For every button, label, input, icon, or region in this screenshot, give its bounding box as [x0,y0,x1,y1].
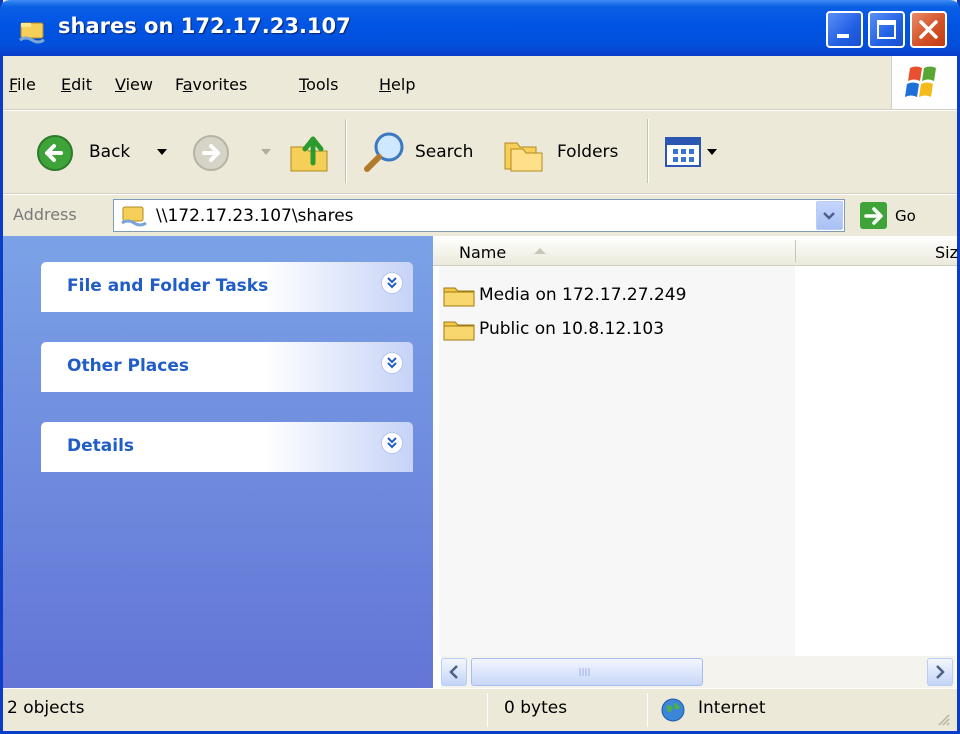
windows-logo [891,56,957,109]
grip-icon [579,668,590,676]
status-size-cell: 0 bytes [487,693,643,727]
toolbar-separator [647,119,649,183]
minimize-icon [837,34,849,38]
status-zone: Internet [698,698,766,718]
scroll-thumb[interactable] [471,658,703,686]
close-icon [919,20,938,39]
expand-chevron-icon[interactable] [381,272,403,294]
maximize-button[interactable] [868,11,905,48]
status-zone-cell: Internet [647,693,953,727]
close-button[interactable] [910,11,947,48]
search-icon [364,132,404,172]
menu-favorites[interactable]: Favorites [175,75,247,94]
panel-title: Details [67,436,135,456]
column-header-size[interactable]: Siz [935,243,958,262]
file-name: Media on 172.17.27.249 [479,285,687,305]
chevron-down-icon [823,212,835,220]
menu-bar: File Edit View Favorites Tools Help [3,56,957,110]
column-header: Name Siz [433,236,958,266]
panel-title: File and Folder Tasks [67,276,269,296]
toolbar-separator [345,119,347,183]
resize-grip-icon[interactable] [935,711,951,727]
address-bar: Address \\172.17.23.107\shares Go [3,194,957,236]
file-folder-tasks-panel[interactable]: File and Folder Tasks [41,262,413,312]
menu-help[interactable]: Help [379,75,415,94]
minimize-button[interactable] [826,11,863,48]
status-size: 0 bytes [504,698,568,718]
status-objects: 2 objects [7,698,85,718]
address-input[interactable]: \\172.17.23.107\shares [113,199,845,232]
go-label: Go [895,207,916,225]
column-header-name[interactable]: Name [459,243,506,262]
file-name: Public on 10.8.12.103 [479,319,665,339]
title-bar[interactable]: shares on 172.17.23.107 [0,0,960,56]
forward-button[interactable] [191,133,271,178]
status-bar: 2 objects 0 bytes Internet [3,688,957,731]
shared-folder-icon [443,321,475,341]
explorer-window: shares on 172.17.23.107 File Edit View F… [0,0,960,734]
chevron-left-icon [449,665,458,679]
maximize-icon [877,20,896,39]
horizontal-scrollbar[interactable] [441,656,955,688]
expand-chevron-icon[interactable] [381,432,403,454]
up-folder-button[interactable] [287,129,333,180]
file-list: Name Siz Media on 172.17.27.249 Public o… [433,236,958,688]
up-folder-icon [290,136,328,172]
address-value: \\172.17.23.107\shares [156,206,354,226]
shared-folder-icon [443,287,475,307]
folders-icon [504,142,543,172]
sort-ascending-icon [534,248,546,254]
address-dropdown-button[interactable] [816,201,843,230]
menu-edit[interactable]: Edit [61,75,92,94]
back-arrow-icon [37,135,73,171]
go-arrow-icon [860,202,887,229]
views-icon [665,137,717,167]
expand-chevron-icon[interactable] [381,352,403,374]
menu-tools[interactable]: Tools [299,75,338,94]
toolbar: Back Search Folders [3,110,957,194]
folders-label: Folders [557,142,619,162]
back-label: Back [89,142,131,162]
go-button[interactable]: Go [859,201,939,231]
window-title: shares on 172.17.23.107 [58,14,351,38]
menu-view[interactable]: View [115,75,153,94]
views-button[interactable] [665,137,727,172]
menu-file[interactable]: File [9,75,36,94]
internet-globe-icon [661,698,685,722]
chevron-right-icon [936,665,945,679]
network-share-icon [121,206,147,227]
column-divider[interactable] [795,240,796,262]
forward-dropdown-icon[interactable] [261,149,273,157]
task-pane: File and Folder Tasks Other Places Detai… [3,236,433,688]
windows-logo-icon [905,66,936,97]
scroll-right-button[interactable] [927,658,953,686]
other-places-panel[interactable]: Other Places [41,342,413,392]
panel-title: Other Places [67,356,189,376]
details-panel[interactable]: Details [41,422,413,472]
search-label: Search [415,142,474,162]
address-label: Address [13,205,77,224]
forward-arrow-icon [193,135,229,171]
back-dropdown-icon[interactable] [157,149,169,157]
scroll-left-button[interactable] [441,658,467,686]
network-share-icon [19,22,45,44]
